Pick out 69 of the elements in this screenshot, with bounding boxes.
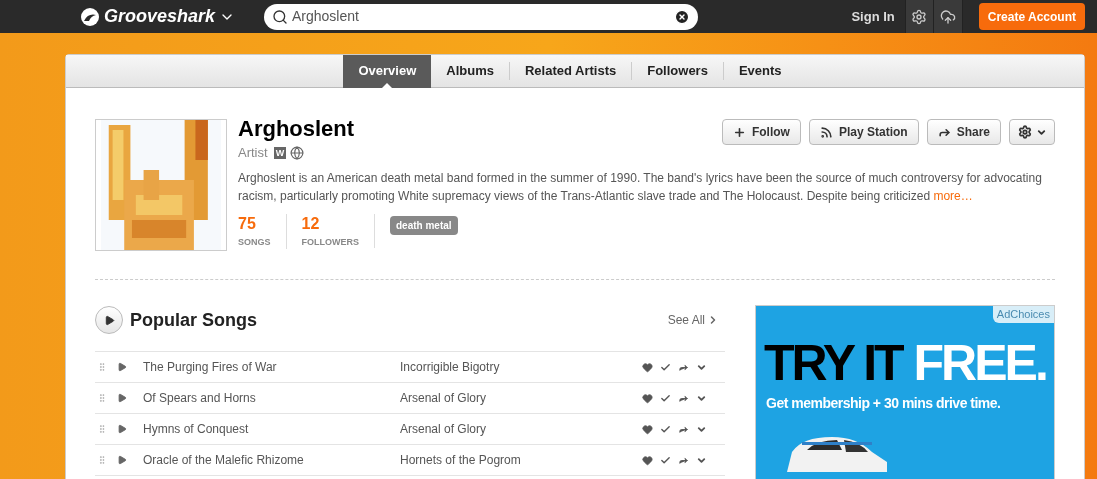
genre-tag[interactable]: death metal [390, 216, 458, 236]
play-icon[interactable] [117, 393, 127, 403]
album-title[interactable]: Hornets of the Pogrom [400, 451, 642, 469]
song-title[interactable]: The Purging Fires of War [143, 358, 400, 376]
tab[interactable]: Overview [343, 54, 432, 88]
song-title[interactable]: Of Spears and Horns [143, 389, 400, 407]
check-icon[interactable] [660, 361, 671, 373]
album-title[interactable]: Arsenal of Glory [400, 420, 642, 438]
sign-in-link[interactable]: Sign In [851, 6, 895, 27]
drag-handle-icon[interactable] [97, 361, 107, 373]
logo[interactable]: Grooveshark [104, 3, 216, 30]
settings-icon [1017, 125, 1032, 139]
stat-label: FOLLOWERS [301, 235, 359, 249]
heart-icon[interactable] [642, 454, 653, 466]
stat-label: SONGS [238, 235, 271, 249]
stat-value: 75 [238, 213, 257, 234]
action-button[interactable]: Play Station [808, 119, 919, 145]
tab[interactable]: Related Artists [509, 54, 632, 88]
artist-type: Artist [238, 144, 268, 162]
heart-icon[interactable] [642, 392, 653, 404]
artist-description: Arghoslent is an American death metal band formed in the summer of 1990. The band's lyrics have been the source of much controversy for advocating racism, particularly promoting White supremacy views of the Trans-Atlantic slave trade and The Holocaust. Despite being criticized more… [238, 169, 1043, 205]
play-icon [103, 314, 115, 326]
play-icon[interactable] [117, 362, 127, 372]
see-all-link[interactable]: See All [667, 311, 719, 329]
album-title[interactable]: Arsenal of Glory [400, 389, 642, 407]
tab[interactable]: Albums [431, 54, 509, 88]
tab[interactable]: Followers [632, 54, 723, 88]
ad-subline: Get membership + 30 mins drive time. [766, 394, 1001, 412]
options-button[interactable] [1009, 119, 1055, 145]
settings-button[interactable] [904, 0, 934, 33]
drag-handle-icon[interactable] [97, 423, 107, 435]
artist-name: Arghoslent [238, 116, 355, 142]
action-button[interactable]: Share [926, 119, 1001, 145]
ad-banner[interactable]: AdChoices TRY IT FREE. Get membership + 30 mins drive time. [755, 305, 1055, 479]
upload-button[interactable] [933, 0, 963, 33]
song-row[interactable]: Hymns of Conquest Arsenal of Glory [95, 414, 725, 445]
heart-icon[interactable] [642, 423, 653, 435]
ad-headline: FREE. [913, 336, 1046, 390]
album-title[interactable]: Incorrigible Bigotry [400, 358, 642, 376]
song-title[interactable]: Hymns of Conquest [143, 420, 400, 438]
rss-icon [819, 125, 833, 139]
globe-icon[interactable] [290, 145, 305, 160]
stat-value: 12 [301, 213, 321, 234]
section-title: Popular Songs [130, 308, 257, 332]
check-icon[interactable] [660, 423, 671, 435]
search-icon [272, 8, 288, 25]
play-icon[interactable] [117, 424, 127, 434]
action-button[interactable]: Follow [721, 119, 801, 145]
plus-icon [732, 125, 746, 139]
cloud-upload-icon [939, 8, 956, 25]
logo-icon [80, 6, 100, 27]
song-row[interactable]: The Purging Fires of War Incorrigible Bigotry [95, 352, 725, 383]
heart-icon[interactable] [642, 361, 653, 373]
ad-headline: TRY IT [764, 336, 902, 390]
settings-icon [911, 8, 928, 25]
drag-handle-icon[interactable] [97, 454, 107, 466]
song-title[interactable]: Oracle of the Malefic Rhizome [143, 451, 400, 469]
clear-icon[interactable] [674, 8, 690, 25]
check-icon[interactable] [660, 392, 671, 404]
search-field[interactable]: Arghoslent [264, 3, 698, 30]
check-icon[interactable] [660, 454, 671, 466]
tab[interactable]: Events [723, 54, 797, 88]
drag-handle-icon[interactable] [97, 392, 107, 404]
play-icon[interactable] [117, 455, 127, 465]
wiki-link[interactable]: W [273, 146, 287, 159]
song-row[interactable]: Oracle of the Malefic Rhizome Hornets of the Pogrom [95, 445, 725, 476]
play-all-button[interactable] [95, 306, 123, 334]
search-input[interactable]: Arghoslent [292, 6, 670, 27]
song-row[interactable]: Of Spears and Horns Arsenal of Glory [95, 383, 725, 414]
